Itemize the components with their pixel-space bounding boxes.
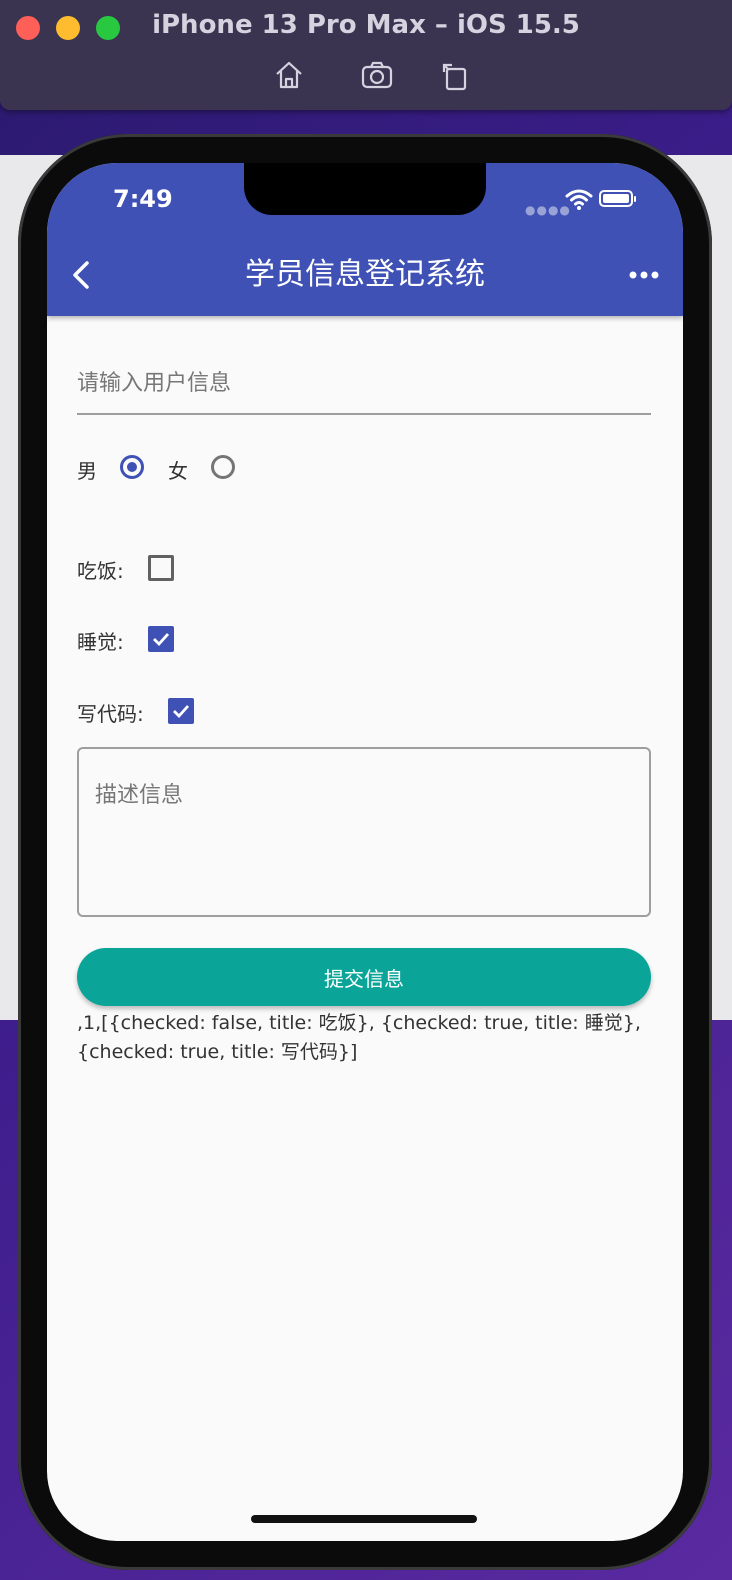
- notch: [244, 163, 486, 215]
- description-textarea[interactable]: [77, 747, 651, 917]
- status-time: 7:49: [113, 185, 173, 213]
- signal-dots-icon: ●●●●: [525, 203, 571, 217]
- result-text: ,1,[{checked: false, title: 吃饭}, {checke…: [77, 1012, 641, 1063]
- check-icon: [173, 705, 190, 719]
- home-icon[interactable]: [272, 58, 306, 92]
- gender-female-radio[interactable]: [211, 455, 235, 479]
- hobby-code-checkbox[interactable]: [168, 698, 194, 724]
- hobby-sleep-checkbox[interactable]: [148, 626, 174, 652]
- battery-icon: [599, 190, 636, 207]
- hobby-sleep-label: 睡觉:: [77, 630, 124, 654]
- hobby-eat-label: 吃饭:: [77, 559, 124, 583]
- page-title: 学员信息登记系统: [245, 257, 485, 292]
- simulator-title-bar: iPhone 13 Pro Max – iOS 15.5: [0, 0, 732, 110]
- hobby-code-label: 写代码:: [77, 702, 144, 726]
- home-indicator: [251, 1515, 477, 1523]
- wifi-icon: [565, 187, 593, 211]
- rotate-icon[interactable]: [438, 58, 472, 92]
- check-icon: [153, 633, 170, 647]
- gender-male-label: 男: [77, 459, 97, 483]
- screenshot-icon[interactable]: [360, 58, 394, 92]
- gender-male-radio[interactable]: [120, 455, 144, 479]
- user-info-input[interactable]: [77, 353, 651, 415]
- more-horizontal-icon: [629, 271, 659, 279]
- more-button[interactable]: [627, 263, 661, 287]
- submit-button[interactable]: 提交信息: [77, 948, 651, 1006]
- phone-screen: 7:49 ●●●● 学员信息登记系统 男 女 吃饭:: [47, 163, 683, 1541]
- hobby-eat-checkbox[interactable]: [148, 555, 174, 581]
- gender-female-label: 女: [168, 459, 188, 483]
- app-bar: 7:49 ●●●● 学员信息登记系统: [47, 163, 683, 316]
- simulator-title: iPhone 13 Pro Max – iOS 15.5: [152, 10, 580, 40]
